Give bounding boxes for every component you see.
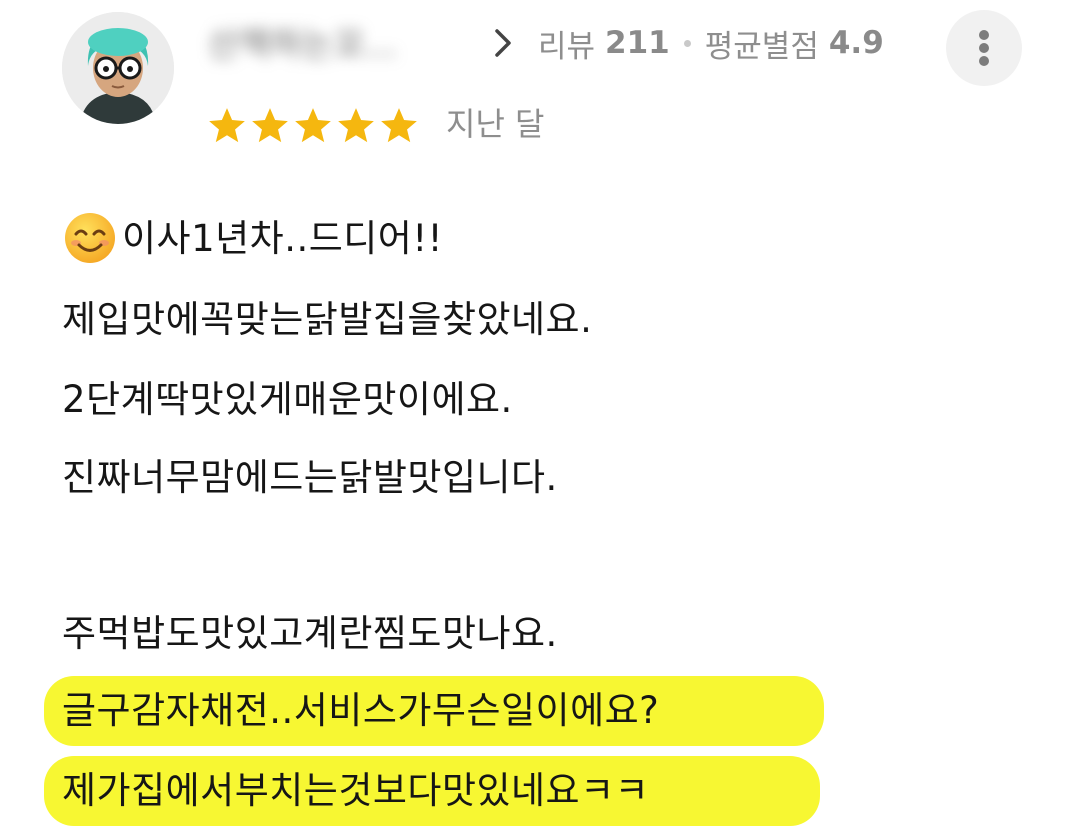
- review-line: 제가집에서부치는것보다맛있네요ㅋㅋ: [62, 769, 650, 812]
- star-icon: [381, 108, 417, 143]
- review-line: 진짜너무맘에드는닭발맛입니다.: [62, 456, 558, 499]
- more-dot-icon: [979, 30, 989, 40]
- separator-dot: [683, 39, 691, 47]
- username[interactable]: 산책하는꼬...: [208, 20, 466, 70]
- chevron-right-icon[interactable]: [488, 26, 518, 60]
- star-rating: [206, 104, 421, 148]
- more-dot-icon: [979, 56, 989, 66]
- avatar-image: [62, 12, 174, 124]
- review-line: 제입맛에꼭맞는닭발집을찾았네요.: [62, 298, 593, 341]
- average-rating: 4.9: [828, 25, 884, 61]
- more-dot-icon: [979, 43, 989, 53]
- review-count: 211: [605, 25, 670, 61]
- review-line: 2단계딱맛있게매운맛이에요.: [62, 378, 513, 421]
- star-icon: [338, 108, 374, 143]
- review-count-label: 리뷰: [538, 28, 596, 65]
- review-line: 이사1년차..드디어!!: [62, 209, 443, 269]
- avatar[interactable]: [62, 12, 174, 124]
- review-text: 이사1년차..드디어!!: [122, 217, 444, 260]
- reviewer-stats: 리뷰 211 평균별점 4.9: [538, 20, 884, 66]
- smiling-face-emoji-icon: [65, 212, 115, 263]
- average-rating-label: 평균별점: [704, 28, 819, 65]
- star-icon: [252, 108, 288, 143]
- star-icon: [209, 108, 245, 143]
- more-options-button[interactable]: [946, 10, 1022, 86]
- review-line: 주먹밥도맛있고계란찜도맛나요.: [62, 612, 558, 655]
- star-icon: [295, 108, 331, 143]
- review-line: 글구감자채전..서비스가무슨일이에요?: [62, 689, 660, 732]
- review-date: 지난 달: [446, 105, 545, 143]
